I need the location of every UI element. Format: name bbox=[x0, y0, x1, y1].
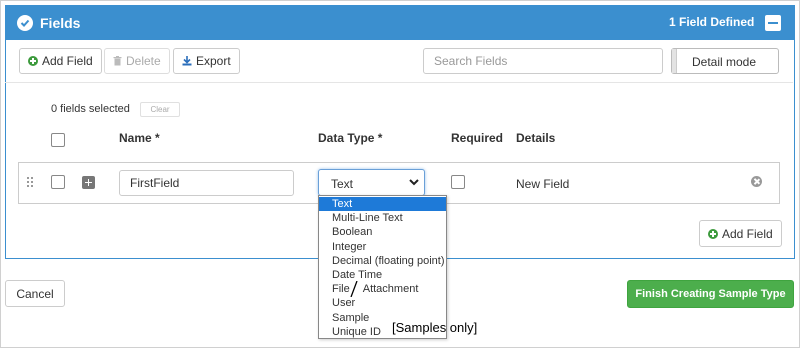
option-decimal[interactable]: Decimal (floating point) bbox=[319, 254, 446, 268]
panel-title: Fields bbox=[40, 15, 81, 31]
field-count-label: 1 Field Defined bbox=[669, 15, 755, 29]
toggle-switch-handle bbox=[672, 49, 677, 73]
add-field-bottom-button[interactable]: Add Field bbox=[699, 220, 782, 247]
add-field-bottom-label: Add Field bbox=[722, 226, 773, 241]
field-name-input[interactable] bbox=[119, 170, 294, 196]
trash-icon bbox=[113, 56, 122, 66]
add-field-label: Add Field bbox=[42, 54, 93, 68]
plus-circle-icon bbox=[28, 56, 38, 66]
option-file-attachment[interactable]: File Attachment bbox=[319, 282, 446, 296]
export-label: Export bbox=[196, 54, 231, 68]
export-button[interactable]: Export bbox=[173, 48, 240, 74]
samples-only-annotation: [Samples only] bbox=[392, 320, 478, 335]
delete-label: Delete bbox=[126, 54, 161, 68]
drag-handle-icon[interactable] bbox=[27, 177, 35, 187]
expand-plus-icon[interactable] bbox=[82, 176, 95, 189]
option-integer[interactable]: Integer bbox=[319, 240, 446, 254]
check-circle-icon bbox=[17, 15, 33, 31]
finish-creating-button[interactable]: Finish Creating Sample Type bbox=[627, 280, 794, 308]
clear-selection-button[interactable]: Clear bbox=[140, 102, 180, 117]
select-all-checkbox[interactable] bbox=[51, 133, 65, 147]
column-header-data-type: Data Type * bbox=[318, 131, 383, 145]
data-type-dropdown-list: Text Multi-Line Text Boolean Integer Dec… bbox=[318, 195, 447, 339]
panel-header: Fields 1 Field Defined bbox=[6, 6, 794, 40]
column-header-details: Details bbox=[516, 131, 556, 145]
option-user[interactable]: User bbox=[319, 296, 446, 310]
option-date-time[interactable]: Date Time bbox=[319, 268, 446, 282]
field-details-text: New Field bbox=[516, 177, 570, 191]
search-fields-input[interactable] bbox=[423, 48, 663, 74]
option-attachment-label: Attachment bbox=[362, 283, 419, 295]
column-header-required: Required bbox=[451, 131, 504, 145]
data-type-select[interactable]: Text bbox=[318, 169, 425, 196]
plus-circle-icon bbox=[708, 228, 718, 239]
add-field-button[interactable]: Add Field bbox=[19, 48, 102, 74]
option-boolean[interactable]: Boolean bbox=[319, 225, 446, 239]
option-file-label: File bbox=[332, 283, 350, 295]
option-multi-line-text[interactable]: Multi-Line Text bbox=[319, 211, 446, 225]
option-text[interactable]: Text bbox=[319, 197, 446, 211]
toolbar-divider bbox=[5, 82, 793, 83]
required-checkbox[interactable] bbox=[451, 175, 465, 189]
remove-field-icon[interactable] bbox=[751, 176, 762, 187]
detail-mode-label: Detail mode bbox=[692, 55, 757, 69]
collapse-minus-icon[interactable] bbox=[765, 15, 781, 31]
row-select-checkbox[interactable] bbox=[51, 175, 65, 189]
cancel-button[interactable]: Cancel bbox=[5, 280, 65, 307]
download-icon bbox=[182, 56, 192, 66]
delete-button[interactable]: Delete bbox=[104, 48, 170, 74]
data-type-selected-value: Text bbox=[331, 177, 354, 191]
column-header-name: Name * bbox=[119, 131, 160, 145]
chevron-down-icon bbox=[409, 179, 419, 186]
slash-annotation-mark bbox=[350, 281, 358, 297]
selected-count-label: 0 fields selected bbox=[51, 103, 130, 115]
detail-mode-toggle[interactable]: Detail mode bbox=[671, 48, 779, 74]
